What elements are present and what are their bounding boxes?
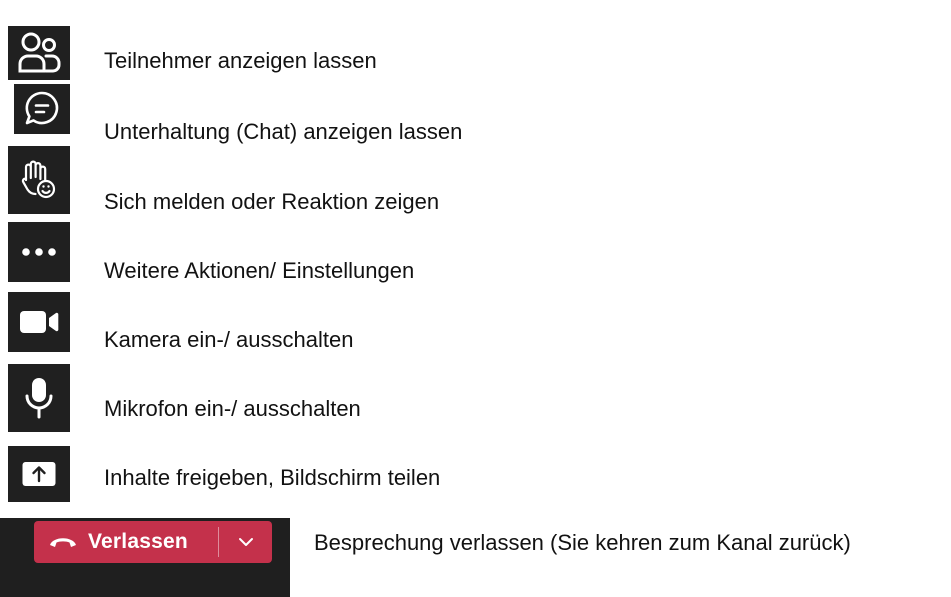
chat-description: Unterhaltung (Chat) anzeigen lassen: [104, 119, 463, 144]
more-actions-icon: [22, 248, 56, 256]
leave-button-group: Verlassen: [34, 521, 272, 563]
leave-options-dropdown[interactable]: [219, 521, 272, 563]
microphone-icon-tile[interactable]: [8, 364, 70, 432]
more-actions-description: Weitere Aktionen/ Einstellungen: [104, 258, 415, 283]
share-screen-icon: [22, 462, 56, 486]
share-screen-description: Inhalte freigeben, Bildschirm teilen: [104, 465, 441, 490]
microphone-description: Mikrofon ein-/ ausschalten: [104, 396, 361, 421]
microphone-icon: [25, 378, 53, 419]
chat-icon: [25, 91, 59, 125]
hang-up-icon: [50, 538, 76, 547]
participants-description: Teilnehmer anzeigen lassen: [104, 48, 377, 73]
raise-hand-description: Sich melden oder Reaktion zeigen: [104, 189, 440, 214]
camera-icon: [20, 311, 59, 333]
share-screen-icon-tile[interactable]: [8, 446, 70, 502]
participants-icon: [18, 32, 61, 73]
leave-description: Besprechung verlassen (Sie kehren zum Ka…: [314, 530, 851, 555]
raise-hand-reaction-icon-tile[interactable]: [8, 146, 70, 214]
camera-description: Kamera ein-/ ausschalten: [104, 327, 354, 352]
leave-button-label: Verlassen: [88, 530, 188, 553]
camera-icon-tile[interactable]: [8, 292, 70, 352]
chat-icon-tile[interactable]: [14, 84, 70, 134]
participants-icon-tile[interactable]: [8, 26, 70, 80]
leave-button[interactable]: Verlassen: [34, 521, 218, 563]
chevron-down-icon: [238, 538, 253, 546]
more-actions-icon-tile[interactable]: [8, 222, 70, 282]
raise-hand-reaction-icon: [21, 160, 56, 199]
